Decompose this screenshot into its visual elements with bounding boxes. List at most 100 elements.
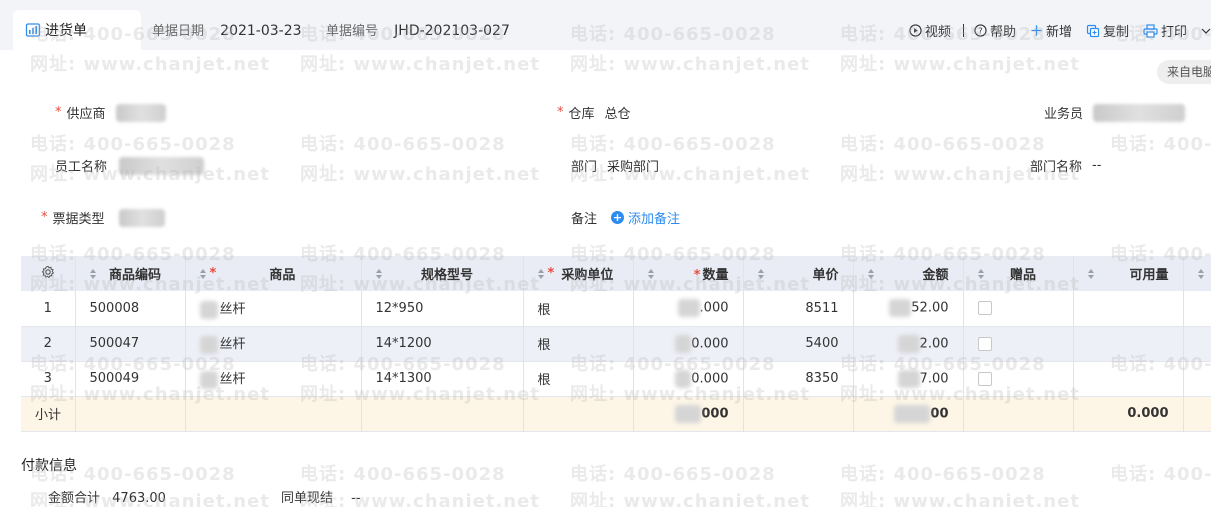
salesman-field[interactable]: 业务员 (1044, 103, 1186, 122)
cell-gift[interactable] (963, 361, 1074, 396)
column-header-spec[interactable]: 规格型号 (361, 256, 524, 291)
invoice-type-field[interactable]: * 票据类型 (41, 208, 165, 227)
payment-total-label: 金额合计 (48, 491, 101, 506)
cell-gift[interactable] (963, 326, 1074, 361)
doc-number-value[interactable]: JHD-202103-027 (394, 23, 510, 39)
column-settings-button[interactable] (21, 256, 76, 291)
column-header-price[interactable]: 单价 (743, 256, 854, 291)
column-header-code[interactable]: 商品编码 (75, 256, 186, 291)
sort-icon (375, 268, 382, 280)
column-header-qty[interactable]: * 数量 (633, 256, 744, 291)
redacted-block (894, 404, 931, 423)
note-field: 备注 + 添加备注 (571, 208, 680, 227)
table-row[interactable]: 3 500049 丝杆 14*1300 根 0.000 8350 7.00 (21, 361, 1211, 396)
watermark: 网址: www.chanjet.net (840, 54, 1080, 75)
watermark: 电话: 400-665-0028 (1110, 134, 1211, 155)
cell-qty[interactable]: .000 (633, 291, 744, 326)
column-header-gift[interactable]: 赠品 (963, 256, 1074, 291)
cell-amount[interactable]: 2.00 (853, 326, 964, 361)
gift-checkbox[interactable] (977, 371, 992, 386)
cell-spec[interactable]: 14*1300 (361, 361, 524, 396)
watermark: 电话: 400-665-0028 (570, 464, 776, 485)
plus-icon (1031, 25, 1042, 36)
redacted-block (199, 335, 218, 354)
cell-code[interactable]: 500008 (75, 291, 186, 326)
doc-tab-label: 进货单 (45, 23, 87, 39)
subtotal-qty: 000 (633, 396, 744, 431)
department-name-field: 部门名称 -- (1030, 156, 1101, 175)
cell-product[interactable]: 丝杆 (185, 291, 362, 326)
cell-more (1183, 291, 1211, 326)
add-button[interactable]: 新增 (1030, 21, 1072, 40)
cell-available (1073, 361, 1184, 396)
warehouse-field[interactable]: * 仓库 总仓 (557, 103, 631, 122)
payment-cash[interactable]: 同单现结 -- (281, 487, 361, 506)
cell-product[interactable]: 丝杆 (185, 326, 362, 361)
add-note-button[interactable]: + 添加备注 (611, 208, 680, 227)
row-index: 2 (21, 326, 76, 361)
cell-unit[interactable]: 根 (523, 291, 634, 326)
cell-price[interactable]: 8511 (743, 291, 854, 326)
video-button[interactable]: 视频 (909, 21, 951, 40)
watermark: 网址: www.chanjet.net (300, 164, 540, 185)
warehouse-value: 总仓 (604, 107, 631, 122)
cell-amount[interactable]: 52.00 (853, 291, 964, 326)
cell-unit[interactable]: 根 (523, 361, 634, 396)
play-circle-icon (909, 24, 922, 37)
cell-spec[interactable]: 12*950 (361, 291, 524, 326)
employee-label: 员工名称 (55, 160, 108, 175)
column-header-amount[interactable]: 金额 (853, 256, 964, 291)
sort-icon (537, 268, 544, 280)
column-header-product[interactable]: * 商品 (185, 256, 362, 291)
cell-spec[interactable]: 14*1200 (361, 326, 524, 361)
watermark: 电话: 400-665-0028 (1110, 464, 1211, 485)
cell-amount[interactable]: 7.00 (853, 361, 964, 396)
redacted-block (677, 299, 700, 318)
cell-qty[interactable]: 0.000 (633, 361, 744, 396)
doc-date-value[interactable]: 2021-03-23 (220, 23, 301, 39)
salesman-value-redacted (1093, 103, 1186, 122)
supplier-field[interactable]: * 供应商 (55, 103, 166, 122)
cell-code[interactable]: 500047 (75, 326, 186, 361)
cell-gift[interactable] (963, 291, 1074, 326)
subtotal-amount: 00 (853, 396, 964, 431)
watermark: 网址: www.chanjet.net (300, 54, 540, 75)
cell-empty (523, 396, 634, 431)
sort-icon (1197, 268, 1204, 280)
column-header-unit[interactable]: * 采购单位 (523, 256, 634, 291)
print-button[interactable]: 打印 (1143, 21, 1187, 40)
row-index: 1 (21, 291, 76, 326)
payment-total: 金额合计 4763.00 (48, 487, 166, 506)
redacted-block (199, 300, 218, 319)
table-row[interactable]: 1 500008 丝杆 12*950 根 .000 8511 52.00 (21, 291, 1211, 326)
cell-more (1183, 326, 1211, 361)
payment-total-value: 4763.00 (112, 491, 166, 506)
chevron-down-icon[interactable] (1201, 25, 1211, 37)
department-field[interactable]: 部门 采购部门 (571, 156, 659, 175)
table-row[interactable]: 2 500047 丝杆 14*1200 根 0.000 5400 2.00 (21, 326, 1211, 361)
column-header-available[interactable]: 可用量 (1073, 256, 1184, 291)
redacted-block (675, 369, 692, 388)
cell-price[interactable]: 8350 (743, 361, 854, 396)
cell-code[interactable]: 500049 (75, 361, 186, 396)
gift-checkbox[interactable] (977, 301, 992, 316)
doc-tab[interactable]: 进货单 (13, 10, 141, 50)
row-index: 3 (21, 361, 76, 396)
cell-unit[interactable]: 根 (523, 326, 634, 361)
payment-cash-value: -- (351, 491, 361, 506)
cell-product[interactable]: 丝杆 (185, 361, 362, 396)
column-header-more[interactable] (1183, 256, 1211, 291)
redacted-block (675, 334, 692, 353)
invoice-type-label: 票据类型 (52, 212, 105, 227)
employee-field[interactable]: 员工名称 (55, 156, 205, 175)
invoice-type-value-redacted (118, 208, 165, 227)
required-mark: * (55, 105, 62, 120)
cell-price[interactable]: 5400 (743, 326, 854, 361)
sort-icon (977, 268, 984, 280)
cell-empty (185, 396, 362, 431)
copy-button[interactable]: 复制 (1086, 21, 1129, 40)
sort-icon (199, 268, 206, 280)
cell-qty[interactable]: 0.000 (633, 326, 744, 361)
help-button[interactable]: ? 帮助 (974, 21, 1016, 40)
gift-checkbox[interactable] (977, 336, 992, 351)
